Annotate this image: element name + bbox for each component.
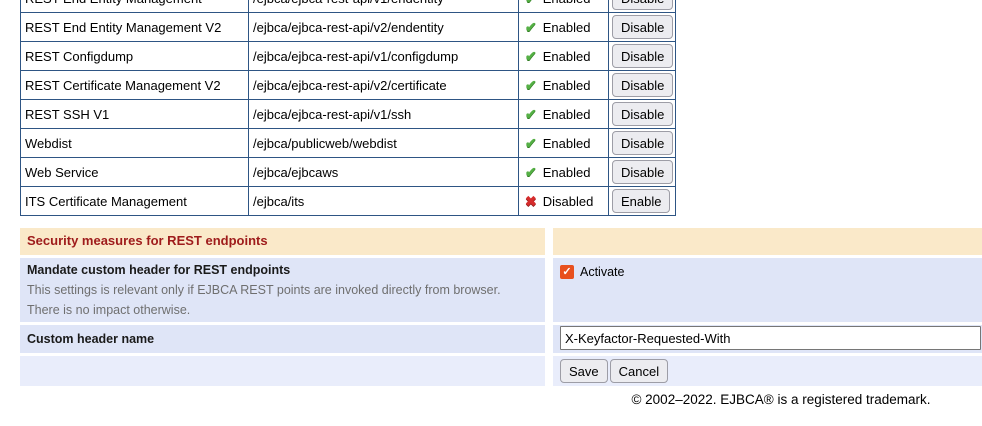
status-label: Enabled (543, 107, 591, 122)
toggle-endpoint-button[interactable]: Disable (612, 160, 673, 184)
rest-endpoints-table: REST End Entity Management /ejbca/ejbca-… (20, 0, 676, 216)
endpoint-name: REST Certificate Management V2 (21, 71, 249, 100)
endpoint-url: /ejbca/publicweb/webdist (249, 129, 519, 158)
activate-checkbox[interactable]: ✓ (560, 265, 574, 279)
table-row: REST Certificate Management V2 /ejbca/ej… (21, 71, 676, 100)
section-title-spacer (553, 228, 982, 255)
endpoint-url: /ejbca/ejbca-rest-api/v2/endentity (249, 13, 519, 42)
endpoint-url: /ejbca/ejbca-rest-api/v1/endentity (249, 0, 519, 13)
endpoint-url: /ejbca/ejbca-rest-api/v1/ssh (249, 100, 519, 129)
endpoint-url: /ejbca/its (249, 187, 519, 216)
toggle-endpoint-button[interactable]: Disable (612, 15, 673, 39)
status-disabled-icon: ✖ (525, 194, 537, 208)
copyright-notice: © 2002–2022. EJBCA® is a registered trad… (0, 392, 982, 407)
table-row: REST Configdump /ejbca/ejbca-rest-api/v1… (21, 42, 676, 71)
toggle-endpoint-button[interactable]: Disable (612, 0, 673, 10)
section-title: Security measures for REST endpoints (27, 233, 268, 248)
toggle-endpoint-button[interactable]: Enable (612, 189, 670, 213)
endpoint-url: /ejbca/ejbcaws (249, 158, 519, 187)
mandate-header-description: This settings is relevant only if EJBCA … (27, 280, 532, 320)
activate-checkbox-label: Activate (580, 265, 624, 279)
endpoint-name: REST End Entity Management V2 (21, 13, 249, 42)
endpoint-name: Webdist (21, 129, 249, 158)
save-button[interactable]: Save (560, 359, 608, 383)
status-enabled-icon: ✔ (525, 20, 537, 34)
status-label: Enabled (543, 136, 591, 151)
endpoint-name: Web Service (21, 158, 249, 187)
toggle-endpoint-button[interactable]: Disable (612, 44, 673, 68)
table-row: REST End Entity Management V2 /ejbca/ejb… (21, 13, 676, 42)
cancel-button[interactable]: Cancel (610, 359, 668, 383)
status-enabled-icon: ✔ (525, 0, 537, 5)
toggle-endpoint-button[interactable]: Disable (612, 73, 673, 97)
custom-header-name-label: Custom header name (27, 326, 538, 346)
security-measures-section: Security measures for REST endpoints Man… (20, 228, 982, 386)
status-label: Disabled (543, 194, 594, 209)
table-row: ITS Certificate Management /ejbca/its ✖ … (21, 187, 676, 216)
empty-cell (20, 356, 545, 386)
toggle-endpoint-button[interactable]: Disable (612, 102, 673, 126)
endpoint-name: ITS Certificate Management (21, 187, 249, 216)
endpoint-name: REST End Entity Management (21, 0, 249, 13)
table-row: REST SSH V1 /ejbca/ejbca-rest-api/v1/ssh… (21, 100, 676, 129)
status-label: Enabled (543, 165, 591, 180)
status-enabled-icon: ✔ (525, 165, 537, 179)
status-enabled-icon: ✔ (525, 136, 537, 150)
status-label: Enabled (543, 49, 591, 64)
custom-header-name-input[interactable] (560, 326, 981, 350)
toggle-endpoint-button[interactable]: Disable (612, 131, 673, 155)
endpoint-url: /ejbca/ejbca-rest-api/v2/certificate (249, 71, 519, 100)
status-enabled-icon: ✔ (525, 49, 537, 63)
status-label: Enabled (543, 0, 591, 6)
table-row: Web Service /ejbca/ejbcaws ✔ Enabled Dis… (21, 158, 676, 187)
endpoint-name: REST SSH V1 (21, 100, 249, 129)
status-enabled-icon: ✔ (525, 78, 537, 92)
status-label: Enabled (543, 78, 591, 93)
mandate-header-label: Mandate custom header for REST endpoints (27, 263, 538, 277)
endpoint-url: /ejbca/ejbca-rest-api/v1/configdump (249, 42, 519, 71)
status-label: Enabled (543, 20, 591, 35)
table-row: REST End Entity Management /ejbca/ejbca-… (21, 0, 676, 13)
status-enabled-icon: ✔ (525, 107, 537, 121)
table-row: Webdist /ejbca/publicweb/webdist ✔ Enabl… (21, 129, 676, 158)
endpoint-name: REST Configdump (21, 42, 249, 71)
